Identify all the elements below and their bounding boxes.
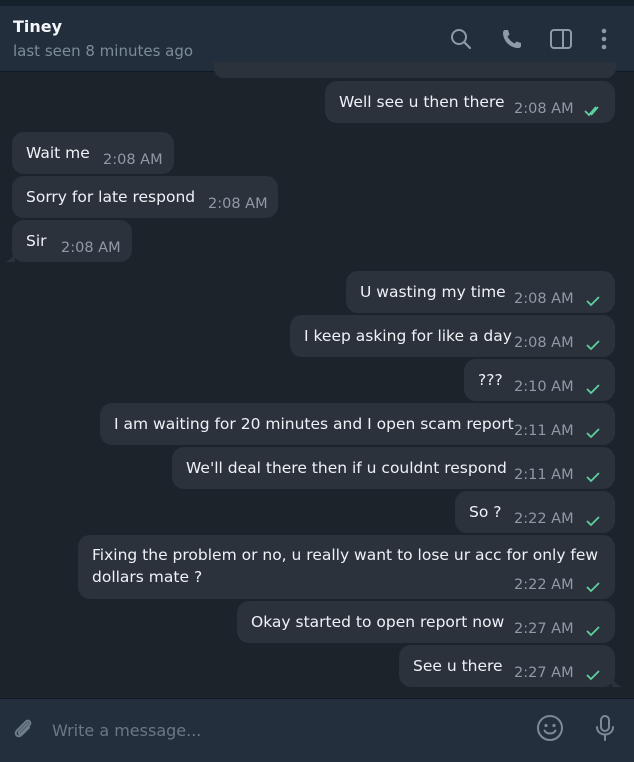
check-icon <box>584 292 602 307</box>
message-text: Well see u then there <box>339 93 505 111</box>
attach-icon[interactable] <box>8 714 38 744</box>
emoji-icon[interactable] <box>535 713 565 743</box>
check-icon <box>584 578 602 593</box>
message-time: 2:27 AM <box>514 621 574 637</box>
bubble-tail <box>5 252 15 262</box>
message-text: We'll deal there then if u couldnt respo… <box>186 459 507 477</box>
check-icon <box>584 468 602 483</box>
message-outgoing[interactable]: We'll deal there then if u couldnt respo… <box>172 447 615 489</box>
message-outgoing[interactable]: I keep asking for like a day 2:08 AM <box>290 315 615 357</box>
message-outgoing[interactable]: ??? 2:10 AM <box>464 359 615 401</box>
bubble-tail <box>612 677 622 687</box>
phone-icon[interactable] <box>499 26 525 52</box>
message-text: So ? <box>469 503 502 521</box>
message-text-line-2: dollars mate ? <box>92 568 203 586</box>
message-time: 2:08 AM <box>103 152 163 168</box>
message-outgoing[interactable]: See u there 2:27 AM <box>399 645 615 687</box>
message-text: ??? <box>478 371 503 389</box>
check-icon <box>584 336 602 351</box>
message-outgoing[interactable]: U wasting my time 2:08 AM <box>346 271 615 313</box>
message-input[interactable] <box>50 711 524 749</box>
message-incoming[interactable]: Sorry for late respond 2:08 AM <box>12 176 278 218</box>
message-time: 2:10 AM <box>514 379 574 395</box>
message-text: Sir <box>26 232 47 250</box>
message-time: 2:27 AM <box>514 665 574 681</box>
search-icon[interactable] <box>448 26 474 52</box>
message-time: 2:22 AM <box>514 511 574 527</box>
message-time: 2:11 AM <box>514 467 574 483</box>
check-icon <box>584 380 602 395</box>
message-text: I keep asking for like a day <box>304 327 512 345</box>
previous-message-fragment <box>214 62 616 78</box>
message-text: Okay started to open report now <box>251 613 505 631</box>
microphone-icon[interactable] <box>590 713 620 743</box>
message-text: U wasting my time <box>360 283 506 301</box>
more-vertical-icon[interactable] <box>591 26 617 52</box>
message-outgoing[interactable]: Okay started to open report now 2:27 AM <box>237 601 615 643</box>
message-composer <box>0 698 634 762</box>
message-incoming[interactable]: Sir 2:08 AM <box>12 220 132 262</box>
message-outgoing[interactable]: Fixing the problem or no, u really want … <box>78 535 615 599</box>
message-text: I am waiting for 20 minutes and I open s… <box>114 415 514 433</box>
message-list[interactable]: Well see u then there 2:08 AM Wait me 2:… <box>0 62 634 698</box>
message-time: 2:08 AM <box>514 291 574 307</box>
message-text: Sorry for late respond <box>26 188 196 206</box>
message-outgoing[interactable]: I am waiting for 20 minutes and I open s… <box>100 403 615 445</box>
message-outgoing[interactable]: Well see u then there 2:08 AM <box>325 81 615 123</box>
message-text: Wait me <box>26 144 90 162</box>
message-time: 2:08 AM <box>208 196 268 212</box>
check-icon <box>584 512 602 527</box>
message-text: See u there <box>413 657 503 675</box>
message-time: 2:08 AM <box>514 101 574 117</box>
message-outgoing[interactable]: So ? 2:22 AM <box>455 491 615 533</box>
check-icon <box>584 666 602 681</box>
message-time: 2:11 AM <box>514 423 574 439</box>
contact-name[interactable]: Tiney <box>13 17 62 36</box>
message-time: 2:22 AM <box>514 577 574 593</box>
message-text-line-1: Fixing the problem or no, u really want … <box>92 546 599 564</box>
check-icon <box>584 424 602 439</box>
last-seen-status: last seen 8 minutes ago <box>13 42 194 60</box>
message-incoming[interactable]: Wait me 2:08 AM <box>12 132 174 174</box>
sidebar-toggle-icon[interactable] <box>548 26 574 52</box>
check-icon <box>584 622 602 637</box>
message-time: 2:08 AM <box>514 335 574 351</box>
double-check-icon <box>584 102 602 117</box>
message-time: 2:08 AM <box>61 240 121 256</box>
